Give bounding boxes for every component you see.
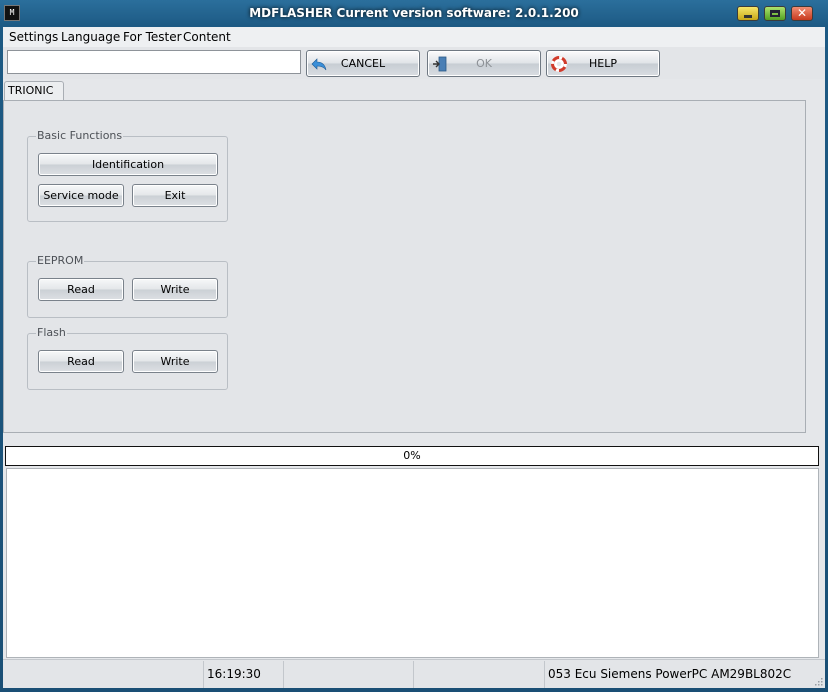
cancel-button[interactable]: CANCEL (306, 50, 420, 77)
status-panel-1 (3, 661, 204, 688)
title-bar[interactable]: M MDFLASHER Current version software: 2.… (0, 0, 828, 27)
cancel-label: CANCEL (340, 57, 386, 70)
app-window: M MDFLASHER Current version software: 2.… (0, 0, 828, 692)
progress-text: 0% (403, 449, 421, 462)
help-label: HELP (589, 57, 617, 70)
minimize-icon (744, 15, 752, 18)
flash-read-button[interactable]: Read (38, 350, 124, 373)
menu-language[interactable]: Language (61, 30, 120, 44)
resize-grip-icon[interactable] (813, 676, 823, 686)
status-time: 16:19:30 (204, 661, 284, 688)
eeprom-write-button[interactable]: Write (132, 278, 218, 301)
status-ecu: 053 Ecu Siemens PowerPC AM29BL802C (548, 667, 792, 681)
toolbar: CANCEL OK HELP (3, 47, 825, 79)
close-button[interactable]: ✕ (791, 6, 813, 21)
ok-button[interactable]: OK (427, 50, 541, 77)
exit-button[interactable]: Exit (132, 184, 218, 207)
basic-functions-title: Basic Functions (36, 129, 124, 142)
flash-title: Flash (36, 326, 67, 339)
ok-label: OK (476, 57, 492, 70)
tab-panel: Basic Functions Identification Service m… (3, 100, 806, 433)
eeprom-title: EEPROM (36, 254, 85, 267)
eeprom-group: EEPROM Read Write (27, 254, 228, 318)
window-title: MDFLASHER Current version software: 2.0.… (249, 6, 579, 20)
basic-functions-group: Basic Functions Identification Service m… (27, 129, 228, 222)
log-output[interactable] (6, 468, 819, 658)
progress-bar: 0% (5, 446, 819, 466)
eeprom-read-button[interactable]: Read (38, 278, 124, 301)
flash-write-button[interactable]: Write (132, 350, 218, 373)
menu-content[interactable]: Content (183, 30, 231, 44)
service-mode-button[interactable]: Service mode (38, 184, 124, 207)
maximize-icon (770, 10, 780, 17)
menu-settings[interactable]: Settings (9, 30, 58, 44)
lifebuoy-icon (551, 56, 567, 72)
help-button[interactable]: HELP (546, 50, 660, 77)
status-panel-4 (414, 661, 545, 688)
close-icon: ✕ (796, 6, 808, 20)
identification-button[interactable]: Identification (38, 153, 218, 176)
command-input[interactable] (7, 50, 301, 74)
undo-arrow-icon (311, 58, 327, 71)
menu-for-tester[interactable]: For Tester (123, 30, 182, 44)
menu-bar: Settings Language For Tester Content (3, 27, 825, 47)
flash-group: Flash Read Write (27, 326, 228, 390)
enter-door-icon (433, 56, 447, 72)
tab-trionic-8[interactable]: TRIONIC 8 (4, 81, 64, 115)
status-bar: 16:19:30 053 Ecu Siemens PowerPC AM29BL8… (3, 659, 825, 688)
minimize-button[interactable] (737, 6, 759, 21)
maximize-button[interactable] (764, 6, 786, 21)
status-panel-3 (284, 661, 414, 688)
client-area: Settings Language For Tester Content CAN… (3, 27, 825, 688)
